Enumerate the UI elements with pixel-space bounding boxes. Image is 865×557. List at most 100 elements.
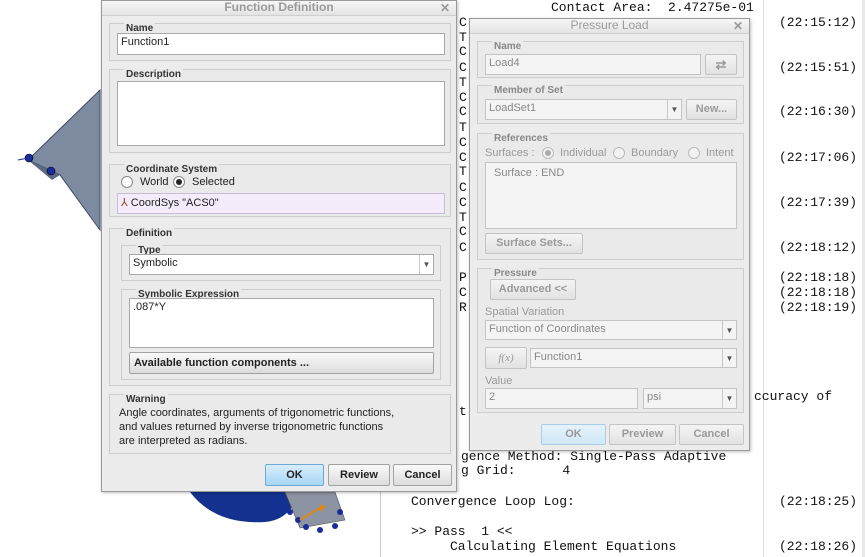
log-fragment: ccuracy of [754, 389, 833, 404]
log-fragment: t [459, 404, 467, 419]
symbolic-expression-input[interactable]: .087*Y [129, 298, 434, 348]
log-convergence-method: gence Method: Single-Pass Adaptive [461, 449, 727, 464]
description-textarea[interactable] [117, 81, 445, 146]
close-icon[interactable]: ✕ [440, 1, 450, 15]
cancel-button[interactable]: Cancel [679, 424, 744, 445]
member-of-set-label: Member of Set [492, 85, 565, 96]
chevron-down-icon: ▼ [667, 100, 681, 119]
log-pass: >> Pass 1 << [411, 524, 513, 539]
surface-sets-button[interactable]: Surface Sets... [485, 233, 583, 254]
log-time: (22:17:06) [779, 150, 858, 165]
intent-radio[interactable] [688, 147, 700, 159]
world-radio[interactable] [121, 176, 133, 188]
function-value: Function1 [534, 351, 583, 363]
ok-button[interactable]: OK [265, 464, 324, 486]
ok-button[interactable]: OK [541, 424, 606, 445]
name-group: Name Function1 [109, 23, 451, 61]
pressure-value-input[interactable]: 2 [485, 388, 638, 409]
function-fx-button[interactable]: f(x) [485, 347, 527, 369]
cancel-button[interactable]: Cancel [393, 464, 452, 486]
references-group: References Surfaces : Individual Boundar… [477, 133, 744, 260]
description-group: Description [109, 69, 451, 153]
log-line: C [459, 90, 467, 105]
individual-radio[interactable] [542, 147, 554, 159]
review-button[interactable]: Review [328, 464, 390, 486]
definition-group: Definition Type Symbolic ▼ Symbolic Expr… [109, 228, 451, 386]
log-line: C [459, 285, 467, 300]
warning-text-line: Angle coordinates, arguments of trigonom… [119, 407, 395, 419]
pressure-load-dialog: Pressure Load ✕ Name Load4 ⇄ Member of S… [469, 18, 750, 451]
name-input[interactable]: Function1 [117, 33, 445, 55]
coordinate-system-group: Coordinate System World Selected ⅄ Coord… [109, 164, 451, 217]
log-time: (22:17:39) [779, 195, 858, 210]
log-time: (22:15:12) [779, 15, 858, 30]
type-select[interactable]: Symbolic ▼ [129, 254, 434, 275]
coordinate-system-icon: ⅄ [121, 197, 128, 209]
log-time: (22:18:12) [779, 240, 858, 255]
close-icon[interactable]: ✕ [733, 19, 743, 33]
warning-group: Warning Angle coordinates, arguments of … [109, 394, 451, 454]
chevron-down-icon: ▼ [419, 255, 433, 274]
pressure-label: Pressure [492, 268, 539, 279]
load-set-select[interactable]: LoadSet1 ▼ [485, 99, 682, 120]
units-select[interactable]: psi ▼ [643, 388, 737, 409]
symbolic-expression-group: Symbolic Expression .087*Y Available fun… [121, 289, 441, 380]
log-time: (22:18:18) [779, 285, 858, 300]
list-item[interactable]: Surface : END [494, 167, 564, 179]
member-of-set-group: Member of Set LoadSet1 ▼ New... [477, 85, 744, 124]
log-line: C [459, 15, 467, 30]
units-value: psi [647, 391, 662, 403]
log-line: C [459, 150, 467, 165]
chevron-down-icon: ▼ [722, 349, 736, 367]
function-select[interactable]: Function1 ▼ [530, 348, 737, 368]
value-label: Value [485, 375, 513, 387]
log-line: C [459, 135, 467, 150]
log-calc: Calculating Element Equations [411, 539, 677, 554]
log-line: C [459, 224, 467, 239]
log-line: C [459, 60, 467, 75]
chevron-down-icon: ▼ [722, 321, 736, 339]
coordinate-system-collector[interactable]: ⅄ CoordSys "ACS0" [117, 193, 445, 214]
surfaces-label: Surfaces : [485, 147, 535, 159]
log-time: (22:15:51) [779, 60, 858, 75]
references-label: References [492, 133, 550, 144]
new-set-button[interactable]: New... [686, 99, 737, 120]
log-time: (22:18:18) [779, 270, 858, 285]
advanced-button[interactable]: Advanced << [490, 279, 576, 300]
warning-text-line: and values returned by inverse trigonome… [119, 421, 384, 433]
log-line: C [459, 104, 467, 119]
log-line: C [459, 180, 467, 195]
load-set-value: LoadSet1 [489, 102, 537, 114]
log-line: T [459, 75, 467, 90]
available-function-components-button[interactable]: Available function components ... [129, 352, 434, 374]
coordinate-system-label: Coordinate System [124, 164, 220, 175]
selected-radio[interactable] [173, 176, 185, 188]
log-line: T [459, 120, 467, 135]
name-group: Name Load4 ⇄ [477, 41, 744, 78]
log-line: Contact Area: 2.47275e-01 [551, 0, 754, 15]
boundary-label: Boundary [631, 147, 679, 159]
log-time: (22:16:30) [779, 104, 858, 119]
surfaces-list[interactable]: Surface : END [485, 162, 737, 229]
definition-label: Definition [124, 228, 175, 239]
spatial-variation-select[interactable]: Function of Coordinates ▼ [485, 320, 737, 340]
log-line: T [459, 210, 467, 225]
preview-button[interactable]: Preview [609, 424, 676, 445]
swap-icon[interactable]: ⇄ [705, 54, 737, 75]
log-time: (22:18:26) [779, 539, 858, 554]
log-line: T [459, 164, 467, 179]
boundary-radio[interactable] [613, 147, 625, 159]
spatial-variation-value: Function of Coordinates [489, 323, 606, 335]
selected-label: Selected [192, 176, 235, 188]
log-line: C [459, 240, 467, 255]
name-label: Name [492, 41, 524, 52]
log-time: (22:18:19) [779, 300, 858, 315]
individual-label: Individual [560, 147, 607, 159]
load-name-input[interactable]: Load4 [485, 54, 701, 75]
log-line: C [459, 44, 467, 59]
warning-label: Warning [124, 394, 168, 405]
type-value: Symbolic [133, 257, 178, 269]
type-group: Type Symbolic ▼ [121, 245, 441, 281]
log-line: R [459, 300, 467, 315]
log-grid: g Grid: 4 [461, 463, 571, 478]
